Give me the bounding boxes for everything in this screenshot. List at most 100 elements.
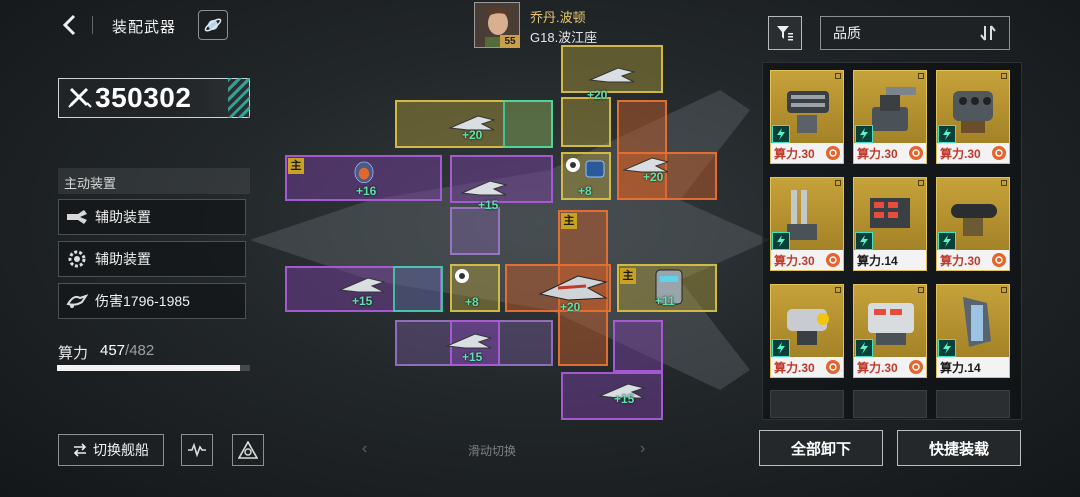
swipe-right-icon[interactable]: › (640, 440, 645, 458)
weapon-type-badge (855, 125, 873, 143)
gear-slot-icon (455, 269, 469, 283)
side-item-drone[interactable]: 辅助装置 (58, 199, 246, 235)
switch-ship-label: 切换舰船 (93, 442, 149, 458)
inventory-card-partial[interactable] (853, 390, 927, 418)
section-label-active-device: 主动装置 (58, 168, 250, 194)
back-button[interactable] (58, 12, 82, 38)
lightning-icon (860, 235, 868, 247)
card-cost: 算力.14 (857, 253, 898, 268)
combat-power-value: 350302 (95, 82, 192, 113)
slot-yellow-sub[interactable] (561, 97, 611, 147)
slot-teal-link[interactable] (503, 100, 553, 148)
gear-icon (65, 248, 89, 270)
inventory-card[interactable]: 算力.30 (770, 70, 844, 164)
weapon-type-badge (938, 125, 956, 143)
main-tag: 主 (620, 268, 636, 284)
main-tag: 主 (288, 158, 304, 174)
card-footer: 算力.30 (854, 357, 926, 377)
swipe-hint: 滑动切换 (468, 444, 517, 458)
quick-equip-label: 快捷装载 (928, 440, 989, 458)
chevron-left-icon (62, 14, 76, 36)
weapon-type-badge (855, 339, 873, 357)
card-cost: 算力.30 (940, 146, 981, 161)
gear-icon (826, 146, 840, 160)
card-cost: 算力.30 (940, 253, 981, 268)
wave-icon (188, 442, 206, 458)
slot-bonus: +15 (462, 350, 483, 364)
planet-button[interactable] (198, 10, 228, 40)
weapon-type-badge (938, 339, 956, 357)
gear-icon (909, 360, 923, 374)
side-item-gear[interactable]: 辅助装置 (58, 241, 246, 277)
inventory-card[interactable]: 算力.30 (936, 177, 1010, 271)
inventory-card[interactable]: 算力.14 (853, 177, 927, 271)
damage-icon (65, 290, 89, 312)
reactor-icon (354, 161, 374, 184)
divider (92, 16, 93, 34)
compute-used: 457 (100, 342, 126, 359)
side-item-label: 伤害1796-1985 (95, 293, 190, 309)
pilot-name: 乔丹.波顿 (530, 10, 586, 25)
quick-equip-button[interactable]: 快捷装载 (897, 430, 1021, 466)
inventory-card-partial[interactable] (770, 390, 844, 418)
fighter-icon (588, 67, 636, 83)
lightning-icon (943, 128, 951, 140)
swap-icon (73, 443, 87, 457)
compute-bar-fill (57, 365, 240, 371)
gear-icon (992, 146, 1006, 160)
card-footer: 算力.14 (854, 250, 926, 270)
unequip-all-label: 全部卸下 (790, 440, 851, 458)
filter-button[interactable] (768, 16, 802, 50)
sort-selected-label: 品质 (833, 25, 861, 41)
planet-icon (204, 18, 222, 32)
slot-teal-b[interactable] (393, 266, 443, 312)
gear-icon (909, 146, 923, 160)
card-cost: 算力.30 (774, 253, 815, 268)
side-item-label: 辅助装置 (95, 209, 151, 225)
compute-total: /482 (125, 342, 155, 359)
sort-dropdown[interactable]: 品质 (820, 16, 1010, 50)
slot-bonus: +16 (356, 184, 377, 198)
slot-purple-bottom-stem[interactable] (613, 320, 663, 372)
gear-icon (992, 253, 1006, 267)
slot-bonus: +11 (655, 294, 675, 308)
inventory-card[interactable]: 算力.30 (853, 284, 927, 378)
lightning-icon (777, 128, 785, 140)
inventory-card[interactable]: 算力.30 (770, 284, 844, 378)
unequip-all-button[interactable]: 全部卸下 (759, 430, 883, 466)
weapon-type-badge (855, 232, 873, 250)
card-footer: 算力.30 (771, 357, 843, 377)
card-footer: 算力.30 (771, 143, 843, 163)
card-footer: 算力.30 (937, 250, 1009, 270)
switch-ship-button[interactable]: 切换舰船 (58, 434, 164, 466)
slot-bonus: +8 (578, 184, 592, 198)
slot-bonus: +20 (587, 88, 608, 102)
crossed-swords-icon (68, 87, 92, 108)
card-cost: 算力.30 (857, 360, 898, 375)
compute-label: 算力 (58, 345, 89, 362)
inventory-card[interactable]: 算力.30 (853, 70, 927, 164)
card-footer: 算力.14 (937, 357, 1009, 377)
inventory-card[interactable]: 算力.30 (770, 177, 844, 271)
inventory-card[interactable]: 算力.14 (936, 284, 1010, 378)
gear-slot-icon (566, 158, 580, 172)
slot-bonus: +15 (478, 198, 499, 212)
inventory-card-partial[interactable] (936, 390, 1010, 418)
lightning-icon (777, 235, 785, 247)
card-footer: 算力.30 (937, 143, 1009, 163)
slot-bonus: +8 (465, 295, 479, 309)
wave-button[interactable] (181, 434, 213, 466)
swipe-left-icon[interactable]: ‹ (362, 440, 367, 458)
inventory-card[interactable]: 算力.30 (936, 70, 1010, 164)
gear-icon (826, 253, 840, 267)
lightning-icon (860, 342, 868, 354)
slot-bonus: +15 (352, 294, 373, 308)
lightning-icon (777, 342, 785, 354)
slot-lavender-a[interactable] (450, 207, 500, 255)
weapon-type-badge (938, 232, 956, 250)
accent-stripes (228, 78, 250, 118)
weapon-type-badge (772, 125, 790, 143)
pilot-level-badge: 55 (500, 35, 520, 48)
side-item-damage[interactable]: 伤害1796-1985 (58, 283, 246, 319)
module-icon (585, 160, 605, 178)
